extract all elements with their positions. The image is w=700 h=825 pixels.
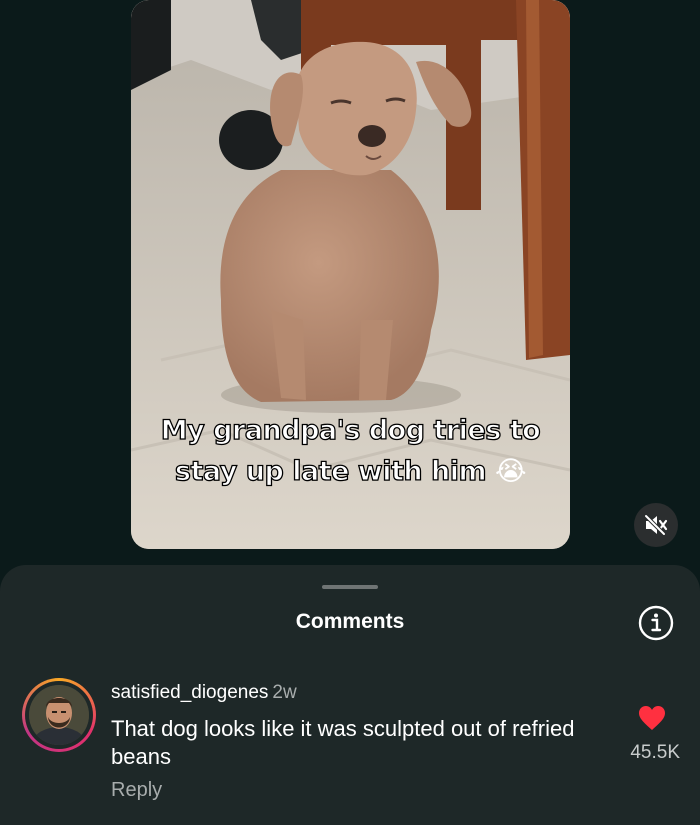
caption-line-1: My grandpa's dog tries to — [160, 414, 541, 446]
avatar-ring-gap — [25, 681, 93, 749]
video-area: My grandpa's dog tries to stay up late w… — [0, 0, 700, 580]
heart-icon[interactable] — [638, 705, 666, 731]
mute-button[interactable] — [634, 503, 678, 547]
avatar-story-ring[interactable] — [22, 678, 96, 752]
video-caption: My grandpa's dog tries to stay up late w… — [131, 410, 570, 492]
reply-button[interactable]: Reply — [111, 779, 162, 802]
caption-line-2: stay up late with him 😭 — [131, 451, 570, 492]
comment-header: satisfied_diogenes 2w — [111, 682, 297, 704]
mute-icon — [644, 514, 668, 536]
video-player[interactable]: My grandpa's dog tries to stay up late w… — [131, 0, 570, 549]
like-count: 45.5K — [630, 742, 680, 763]
comment-timestamp: 2w — [272, 682, 297, 703]
avatar — [29, 685, 89, 745]
drag-handle[interactable] — [322, 585, 378, 589]
info-icon[interactable] — [638, 605, 674, 641]
comment-username[interactable]: satisfied_diogenes — [111, 682, 268, 703]
comment-text: That dog looks like it was sculpted out … — [111, 716, 575, 769]
sheet-title: Comments — [295, 610, 405, 633]
comments-sheet: Comments satisfied_diogenes 2w That dog … — [0, 565, 700, 825]
avatar-photo — [29, 685, 89, 745]
caption-line-2-text: stay up late with him — [174, 455, 487, 487]
crying-emoji: 😭 — [495, 456, 527, 487]
